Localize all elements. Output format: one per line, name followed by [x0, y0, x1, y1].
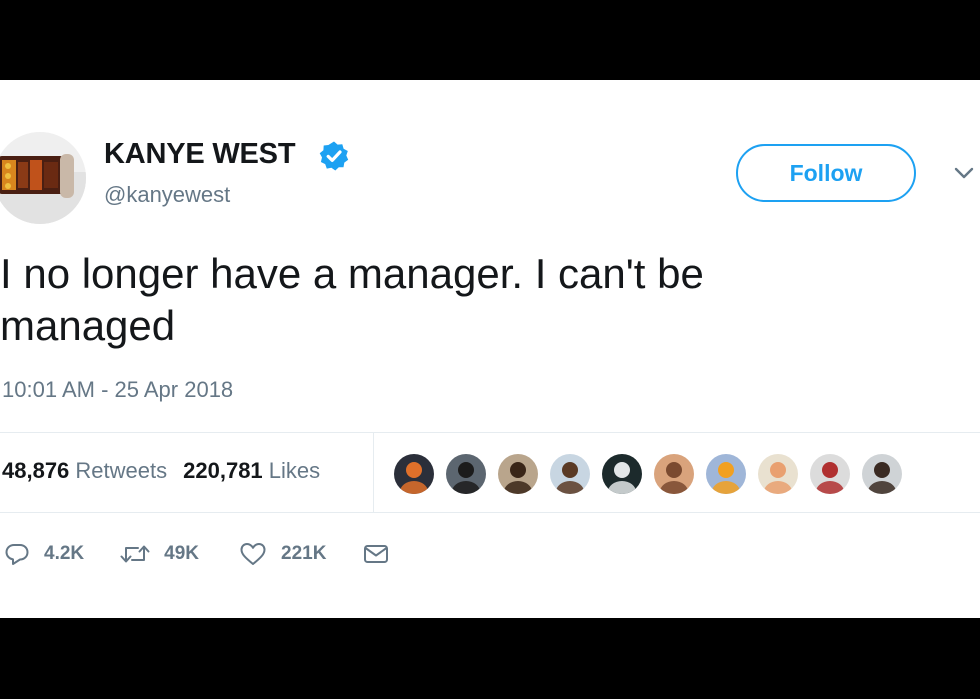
- liker-avatar-6[interactable]: [652, 452, 696, 496]
- likes-count: 220,781: [183, 458, 263, 483]
- retweets-stat[interactable]: 48,876 Retweets: [2, 458, 167, 483]
- liker-avatar-4[interactable]: [548, 452, 592, 496]
- avatar-photo-icon: [550, 454, 590, 494]
- likes-stat[interactable]: 220,781 Likes: [183, 458, 320, 483]
- avatar-photo-icon: [706, 454, 746, 494]
- engagement-stats: 48,876 Retweets 220,781 Likes: [2, 458, 320, 484]
- avatar-photo-icon: [602, 454, 642, 494]
- user-handle[interactable]: @kanyewest: [104, 182, 230, 208]
- like-count: 221K: [281, 543, 327, 564]
- liker-avatar-1[interactable]: [392, 452, 436, 496]
- likes-label: Likes: [268, 458, 321, 483]
- avatar-photo-icon: [862, 454, 902, 494]
- liker-avatars: [392, 452, 912, 496]
- avatar-photo-icon: [654, 454, 694, 494]
- profile-avatar[interactable]: [0, 132, 86, 224]
- retweet-button[interactable]: 49K: [120, 541, 199, 567]
- tweet-card: KANYE WEST @kanyewest Follow I no longer…: [0, 80, 980, 618]
- liker-avatar-10[interactable]: [860, 452, 904, 496]
- liker-avatar-3[interactable]: [496, 452, 540, 496]
- divider-top: [0, 432, 980, 433]
- liker-avatar-7[interactable]: [704, 452, 748, 496]
- liker-avatar-8[interactable]: [756, 452, 800, 496]
- avatar-photo-icon: [758, 454, 798, 494]
- like-button[interactable]: 221K: [239, 541, 326, 567]
- follow-button[interactable]: Follow: [736, 144, 916, 202]
- chevron-down-icon[interactable]: [950, 163, 978, 183]
- divider-bottom: [0, 512, 980, 513]
- display-name[interactable]: KANYE WEST: [104, 138, 296, 171]
- profile-photo-icon: [0, 132, 86, 224]
- reply-count: 4.2K: [44, 543, 85, 564]
- avatar-photo-icon: [394, 454, 434, 494]
- heart-icon: [240, 543, 266, 565]
- liker-avatar-5[interactable]: [600, 452, 644, 496]
- avatar-photo-icon: [446, 454, 486, 494]
- retweets-count: 48,876: [2, 458, 70, 483]
- retweets-label: Retweets: [75, 458, 168, 483]
- retweet-count: 49K: [164, 543, 199, 564]
- tweet-timestamp[interactable]: 10:01 AM - 25 Apr 2018: [2, 377, 233, 403]
- tweet-text: I no longer have a manager. I can't be m…: [0, 250, 704, 349]
- tweet-actions: 4.2K 49K 221K: [4, 536, 390, 572]
- liker-avatar-9[interactable]: [808, 452, 852, 496]
- envelope-icon: [364, 545, 389, 563]
- liker-avatar-2[interactable]: [444, 452, 488, 496]
- verified-badge-icon: [319, 141, 349, 171]
- reply-button[interactable]: 4.2K: [4, 541, 84, 567]
- avatar-photo-icon: [810, 454, 850, 494]
- direct-message-button[interactable]: [362, 541, 390, 567]
- retweet-icon: [120, 545, 150, 563]
- reply-icon: [5, 544, 29, 565]
- avatar-photo-icon: [498, 454, 538, 494]
- stats-separator: [373, 432, 374, 512]
